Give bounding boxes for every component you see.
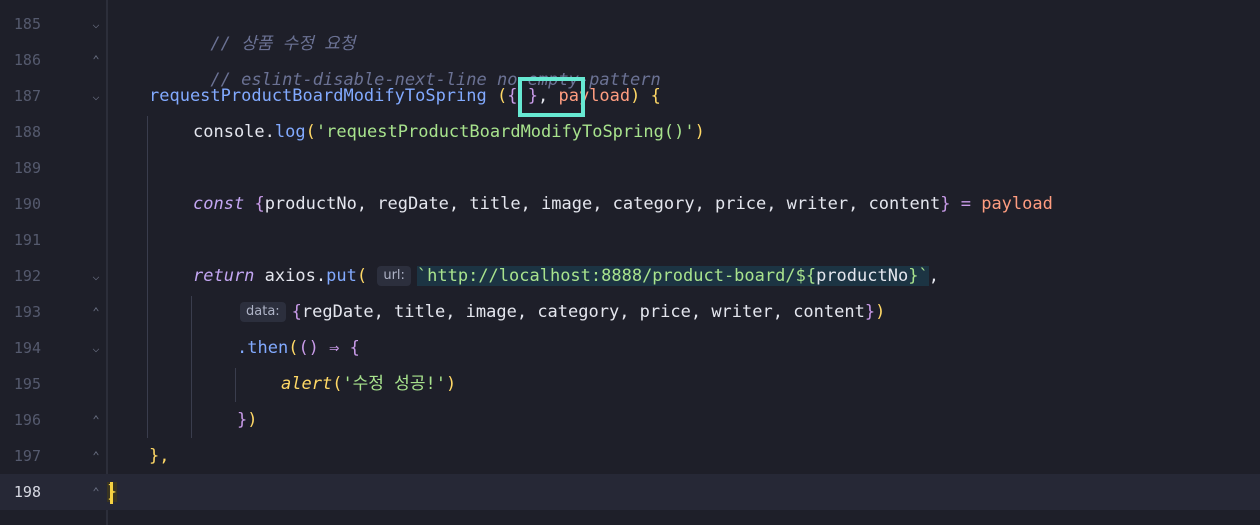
code-line-193[interactable]: 193 ⌃ data: {regDate, title, image, categ… <box>0 294 1260 330</box>
operator: = <box>960 194 971 214</box>
indent-guide <box>147 116 148 438</box>
code-line-187[interactable]: 187 ⌵ requestProductBoardModifyToSpring … <box>0 78 1260 114</box>
template-string: `http://localhost:8888/product-board/${p… <box>416 266 929 286</box>
comma: , <box>928 266 939 286</box>
indent-guide <box>235 368 236 402</box>
string: '수정 성공!' <box>342 374 446 394</box>
function-name: requestProductBoardModifyToSpring <box>149 86 487 106</box>
fold-open-icon[interactable]: ⌵ <box>89 341 103 355</box>
function-call: alert <box>281 374 333 394</box>
highlight-box <box>518 77 585 117</box>
code-line-188[interactable]: 188 console.log('requestProductBoardModi… <box>0 114 1260 150</box>
line-number: 191 <box>13 231 41 249</box>
code-line-194[interactable]: 194 ⌵ .then(() ⇒ { <box>0 330 1260 366</box>
line-number: 187 <box>13 87 41 105</box>
method: log <box>274 122 306 142</box>
fold-close-icon[interactable]: ⌃ <box>89 485 103 499</box>
fold-close-icon[interactable]: ⌃ <box>89 53 103 67</box>
fold-close-icon[interactable]: ⌃ <box>89 305 103 319</box>
param: payload <box>981 194 1053 214</box>
args: () <box>298 338 319 358</box>
code-line-196[interactable]: 196 ⌃ }) <box>0 402 1260 438</box>
code-line-190[interactable]: 190 const {productNo, regDate, title, im… <box>0 186 1260 222</box>
brace: } <box>940 194 951 214</box>
paren: ) <box>630 86 641 106</box>
line-number: 194 <box>13 339 41 357</box>
line-number: 196 <box>13 411 41 429</box>
brace: } <box>237 410 248 430</box>
paren: ) <box>875 302 886 322</box>
keyword: return <box>193 266 255 286</box>
line-number: 185 <box>13 15 41 33</box>
paren: ( <box>356 266 368 286</box>
indent-guide <box>191 296 192 438</box>
code-line-185[interactable]: 185 ⌵ // 상품 수정 요청 <box>0 6 1260 54</box>
fold-close-icon[interactable]: ⌃ <box>89 413 103 427</box>
brace: { <box>650 86 661 106</box>
param-hint-data: data: <box>240 302 286 322</box>
fields: productNo, regDate, title, image, catego… <box>264 194 941 214</box>
paren: ( <box>305 122 316 142</box>
line-number: 192 <box>13 267 41 285</box>
line-number: 193 <box>13 303 41 321</box>
line-number: 195 <box>13 375 41 393</box>
method: put <box>326 266 357 286</box>
line-number: 198 <box>13 483 41 501</box>
brace: }, <box>149 446 170 466</box>
fields: regDate, title, image, category, price, … <box>301 302 865 322</box>
fold-open-icon[interactable]: ⌵ <box>89 89 103 103</box>
code-line-197[interactable]: 197 ⌃ }, <box>0 438 1260 474</box>
dot: . <box>264 122 275 142</box>
line-number: 189 <box>13 159 41 177</box>
brace: { <box>254 194 265 214</box>
paren: ) <box>445 374 457 394</box>
paren: ( <box>332 374 343 394</box>
code-editor[interactable]: 185 ⌵ // 상품 수정 요청 186 ⌃ // eslint-disabl… <box>0 0 1260 525</box>
fold-open-icon[interactable]: ⌵ <box>89 269 103 283</box>
code-line-191[interactable]: 191 <box>0 222 1260 258</box>
paren: ( <box>288 338 299 358</box>
line-number: 188 <box>13 123 41 141</box>
code-line-189[interactable]: 189 <box>0 150 1260 186</box>
dot: . <box>315 266 327 286</box>
code-line-195[interactable]: 195 alert('수정 성공!') <box>0 366 1260 402</box>
param-hint-url: url: <box>377 266 411 286</box>
line-number: 186 <box>13 51 41 69</box>
paren: ) <box>247 410 258 430</box>
text-cursor <box>110 482 113 504</box>
line-number: 190 <box>13 195 41 213</box>
method: .then <box>237 338 289 358</box>
code-line-192[interactable]: 192 ⌵ return axios.put( url: `http://loca… <box>0 258 1260 294</box>
paren: ) <box>694 122 705 142</box>
brace: } <box>864 302 876 322</box>
string: 'requestProductBoardModifyToSpring()' <box>315 122 695 142</box>
code-line-186[interactable]: 186 ⌃ // eslint-disable-next-line no-emp… <box>0 42 1260 90</box>
fold-close-icon[interactable]: ⌃ <box>89 449 103 463</box>
brace: { <box>349 338 360 358</box>
arrow: ⇒ <box>329 338 340 358</box>
keyword: const <box>193 194 245 214</box>
object: console <box>193 122 265 142</box>
line-number: 197 <box>13 447 41 465</box>
paren: ( <box>497 86 508 106</box>
brace: { <box>291 302 302 322</box>
code-line-198[interactable]: 198 ⌃ } <box>0 474 1260 510</box>
object: axios <box>264 266 316 286</box>
fold-open-icon[interactable]: ⌵ <box>89 17 103 31</box>
